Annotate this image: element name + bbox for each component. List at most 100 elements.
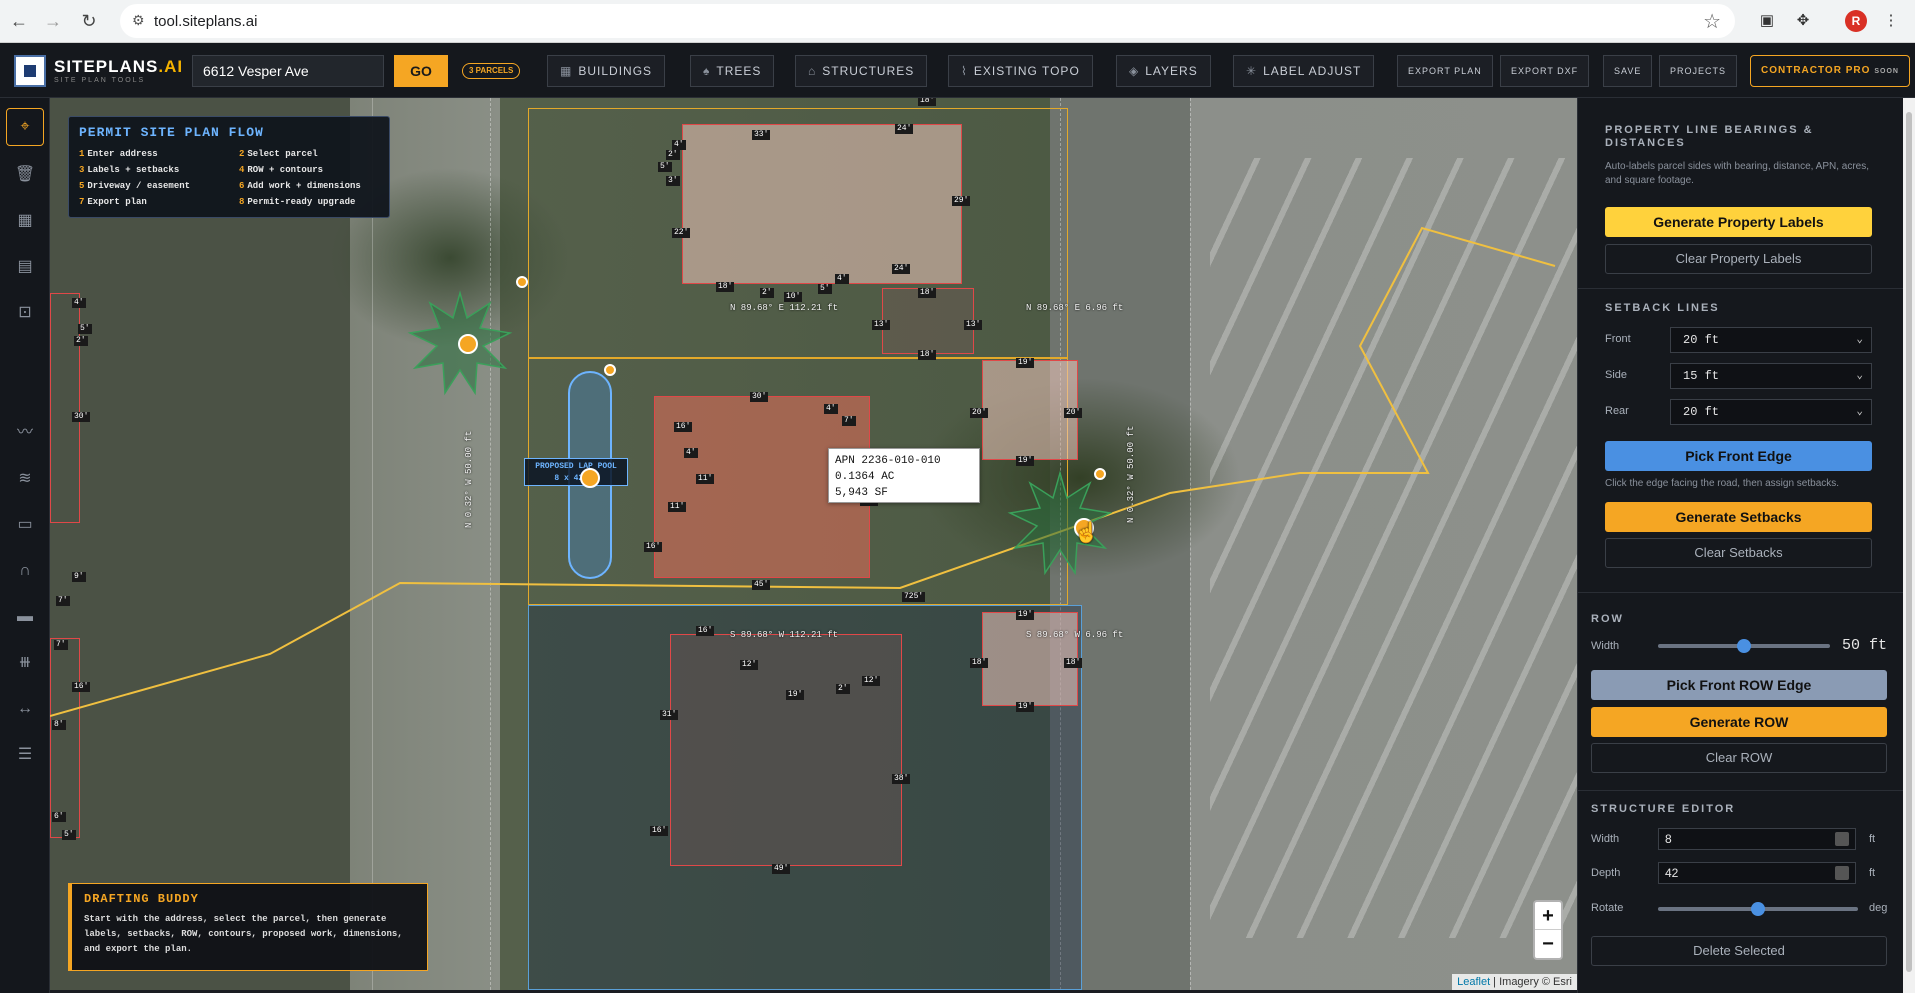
spinner-icon [1835,866,1849,880]
dimension-label: 4' [684,448,698,458]
label-adjust-button[interactable]: ✳ LABEL ADJUST [1233,55,1375,87]
dimension-label: 31' [660,710,679,720]
pole-marker[interactable] [604,364,616,376]
label-adjust-icon: ✳ [1246,64,1258,78]
rotate-slider[interactable] [1658,902,1858,916]
generate-setbacks-button[interactable]: Generate Setbacks [1605,502,1872,532]
dimension-label: 49' [772,864,791,874]
trees-button[interactable]: ♠ TREES [690,55,775,87]
zoom-in-button[interactable]: + [1535,902,1561,930]
back-icon[interactable]: ← [6,8,32,34]
arch-icon[interactable]: ∩ [12,558,38,584]
slope-icon[interactable]: ≋ [12,466,38,492]
dimension-label: 4' [72,298,86,308]
structure-width-input[interactable]: 8 [1658,828,1856,850]
dimension-label: 2' [760,288,774,298]
dimension-icon[interactable]: ↔ [12,696,38,722]
puzzle-icon[interactable]: ✥ [1792,10,1814,32]
reload-icon[interactable]: ↻ [76,8,102,34]
save-button[interactable]: SAVE [1603,55,1653,87]
bearing-label: N 89.68° E 112.21 ft [730,303,839,313]
dimension-label: 2' [74,336,88,346]
frame-icon[interactable]: ⊡ [12,300,38,326]
hand-cursor-icon: ☝ [1074,522,1099,544]
dimension-label: 725' [902,592,926,602]
card-icon[interactable]: ▬ [12,604,38,630]
export-plan-button[interactable]: EXPORT PLAN [1397,55,1493,87]
pick-front-row-edge-button[interactable]: Pick Front ROW Edge [1591,670,1887,700]
dimension-label: 5' [62,830,76,840]
export-dxf-button[interactable]: EXPORT DXF [1500,55,1590,87]
flow-step: 7 Export plan [79,197,147,207]
panel-scrollbar[interactable] [1903,98,1915,993]
dimension-label: 16' [72,682,91,692]
pool-handle[interactable] [580,468,600,488]
app-topbar: SITEPLANS.AI SITE PLAN TOOLS GO 3 PARCEL… [0,43,1915,98]
dimension-label: 13' [964,320,983,330]
rear-setback-select[interactable]: 20 ft ⌄ [1670,399,1872,425]
map-canvas[interactable]: PROPOSED LAP POOL 8 x 42 ft N 89.68° E 11… [50,98,1577,990]
dimension-label: 13' [872,320,891,330]
trash-icon[interactable]: 🗑 [12,162,38,188]
driveway-icon[interactable]: ▭ [12,512,38,538]
brand: SITEPLANS.AI [54,57,184,76]
clear-row-button[interactable]: Clear ROW [1591,743,1887,773]
dimension-label: 6' [52,812,66,822]
contour-icon[interactable]: 〰 [12,420,38,446]
flow-step: 4 ROW + contours [239,165,324,175]
dimension-label: 18' [918,350,937,360]
dimension-label: 4' [824,404,838,414]
buildings-button[interactable]: ▦ BUILDINGS [547,55,666,87]
pick-front-edge-button[interactable]: Pick Front Edge [1605,441,1872,471]
clear-property-labels-button[interactable]: Clear Property Labels [1605,244,1872,274]
document-icon[interactable]: ▤ [12,254,38,280]
browser-chrome: ← → ↻ ⚙ tool.siteplans.ai ☆ ▣ ✥ R ⋮ [0,0,1915,43]
delete-selected-button[interactable]: Delete Selected [1591,936,1887,966]
fence-icon[interactable]: ⧻ [12,650,38,676]
contractor-pro-button[interactable]: CONTRACTOR PRO SOON [1750,55,1910,87]
slider-knob[interactable] [1737,639,1751,653]
structure-icon: ⌂ [808,64,817,78]
existing-topo-button[interactable]: ⌇ EXISTING TOPO [948,55,1093,87]
dimension-label: 19' [1016,702,1035,712]
list-icon[interactable]: ☰ [12,742,38,768]
structure-depth-input[interactable]: 42 [1658,862,1856,884]
go-button[interactable]: GO [394,55,448,87]
pole-marker[interactable] [1094,468,1106,480]
generate-row-button[interactable]: Generate ROW [1591,707,1887,737]
bookmark-star-icon[interactable]: ☆ [1703,9,1721,34]
structures-button[interactable]: ⌂ STRUCTURES [795,55,928,87]
pole-marker[interactable] [516,276,528,288]
leaflet-link[interactable]: Leaflet [1457,976,1490,988]
tree-center-handle[interactable] [458,334,478,354]
dimension-label: 8' [52,720,66,730]
address-bar[interactable]: ⚙ tool.siteplans.ai ☆ [120,4,1735,38]
front-setback-select[interactable]: 20 ft ⌄ [1670,327,1872,353]
zoom-out-button[interactable]: − [1535,930,1561,958]
dimension-label: 19' [1016,456,1035,466]
dimension-label: 20' [970,408,989,418]
dimension-label: 16' [650,826,669,836]
dimension-label: 16' [644,542,663,552]
url-text: tool.siteplans.ai [154,13,258,30]
row-width-slider[interactable] [1658,639,1830,653]
forward-icon[interactable]: → [40,8,66,34]
structure-depth-label: Depth [1591,867,1621,879]
grid-icon[interactable]: ▦ [12,208,38,234]
logo-icon [14,55,46,87]
address-input[interactable] [192,55,384,87]
dimension-label: 18' [918,98,937,106]
side-setback-select[interactable]: 15 ft ⌄ [1670,363,1872,389]
slider-knob[interactable] [1751,902,1765,916]
menu-kebab-icon[interactable]: ⋮ [1880,10,1902,32]
generate-property-labels-button[interactable]: Generate Property Labels [1605,207,1872,237]
flow-title: PERMIT SITE PLAN FLOW [79,125,264,140]
projects-button[interactable]: PROJECTS [1659,55,1738,87]
site-info-icon[interactable]: ⚙ [132,12,145,29]
layers-button[interactable]: ◈ LAYERS [1116,55,1211,87]
avatar[interactable]: R [1845,10,1867,32]
select-target-icon[interactable]: ⌖ [6,108,44,146]
extension-icon[interactable]: ▣ [1756,10,1778,32]
clear-setbacks-button[interactable]: Clear Setbacks [1605,538,1872,568]
dimension-label: 16' [674,422,693,432]
